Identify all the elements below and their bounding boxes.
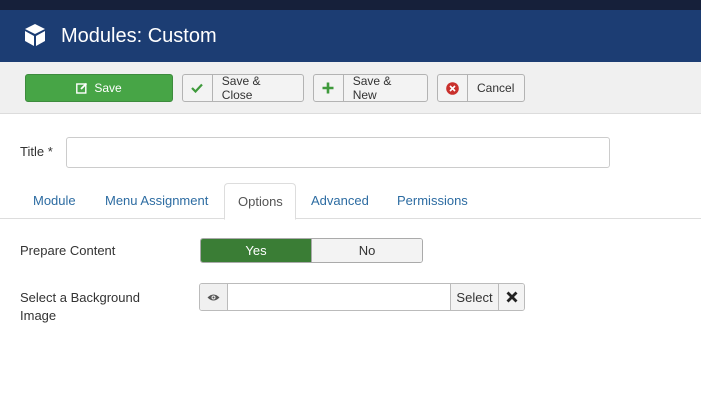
plus-icon	[314, 75, 344, 101]
cancel-label: Cancel	[477, 81, 515, 95]
tab-bar: Module Menu Assignment Options Advanced …	[0, 183, 701, 220]
edit-icon	[76, 75, 88, 101]
save-new-label: Save & New	[352, 74, 392, 102]
save-new-button[interactable]: Save & New	[313, 74, 428, 102]
save-close-label: Save & Close	[221, 74, 261, 102]
close-icon	[506, 291, 517, 303]
background-image-label: Select a Background Image	[20, 290, 140, 323]
prepare-content-no[interactable]: No	[311, 239, 422, 262]
cancel-icon	[438, 75, 468, 101]
tab-permissions[interactable]: Permissions	[384, 183, 481, 219]
page-header: Modules: Custom	[0, 10, 701, 62]
save-button[interactable]: Save	[25, 74, 173, 102]
select-image-button[interactable]: Select	[450, 284, 498, 310]
tab-menu-assignment[interactable]: Menu Assignment	[92, 183, 221, 219]
toolbar: Save Save & Close Save & New Cancel	[0, 62, 701, 114]
title-label: Title *	[20, 144, 53, 159]
tab-advanced[interactable]: Advanced	[298, 183, 382, 219]
save-button-label: Save	[94, 81, 122, 95]
prepare-content-yes[interactable]: Yes	[201, 239, 311, 262]
prepare-content-toggle: Yes No	[200, 238, 423, 263]
eye-icon[interactable]	[200, 284, 228, 310]
tab-options[interactable]: Options	[224, 183, 296, 220]
clear-image-button[interactable]	[498, 284, 524, 310]
prepare-content-label: Prepare Content	[20, 243, 116, 258]
page-title: Modules: Custom	[61, 25, 217, 47]
title-input[interactable]	[66, 137, 610, 168]
cancel-button[interactable]: Cancel	[437, 74, 525, 102]
top-bar	[0, 0, 701, 10]
tab-module[interactable]: Module	[20, 183, 89, 219]
check-icon	[183, 75, 213, 101]
background-image-field: Select	[199, 283, 525, 311]
background-image-input[interactable]	[228, 284, 450, 310]
cube-icon	[25, 24, 45, 46]
save-close-button[interactable]: Save & Close	[182, 74, 304, 102]
